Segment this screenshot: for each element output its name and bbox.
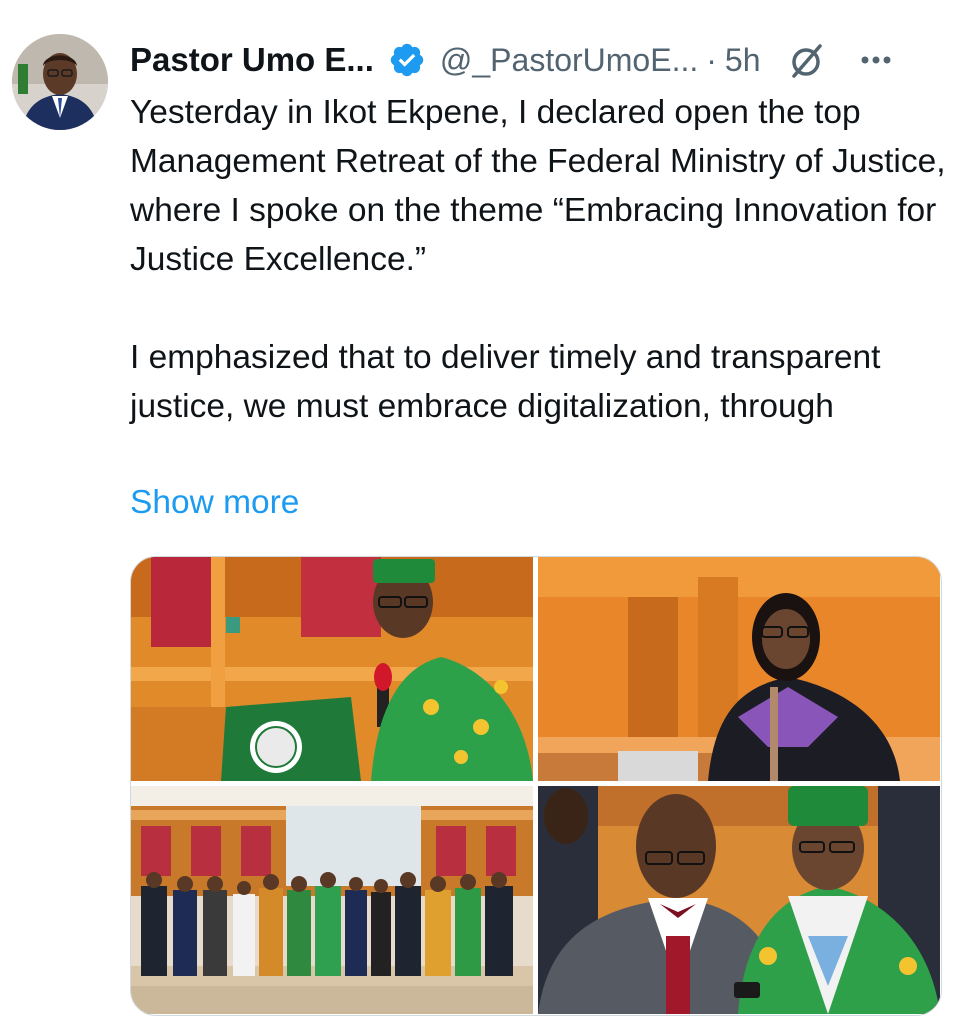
tweet-paragraph-2: I emphasized that to deliver timely and … [130,339,881,425]
show-more-link[interactable]: Show more [130,478,299,527]
author-name[interactable]: Pastor Umo E... [130,41,374,79]
separator-dot: · [706,41,717,78]
tweet-header: Pastor Umo E... @_PastorUmoE... · 5h [130,30,960,90]
author-handle[interactable]: @_PastorUmoE... [440,42,698,79]
more-options-icon[interactable] [856,40,896,80]
tweet-paragraph-1: Yesterday in Ikot Ekpene, I declared ope… [130,94,946,278]
photo-woman-speaker[interactable] [538,557,940,781]
grok-icon[interactable] [786,40,826,80]
avatar[interactable] [12,34,108,130]
photo-two-men[interactable] [538,786,940,1014]
verified-badge-icon [388,41,426,79]
timestamp[interactable]: 5h [725,42,761,79]
tweet: Pastor Umo E... @_PastorUmoE... · 5h Yes… [0,0,980,1024]
photo-speaker-podium[interactable] [131,557,533,781]
avatar-image [12,34,108,130]
media-grid [130,556,942,1016]
photo-group[interactable] [131,786,533,1014]
tweet-text: Yesterday in Ikot Ekpene, I declared ope… [130,88,960,431]
